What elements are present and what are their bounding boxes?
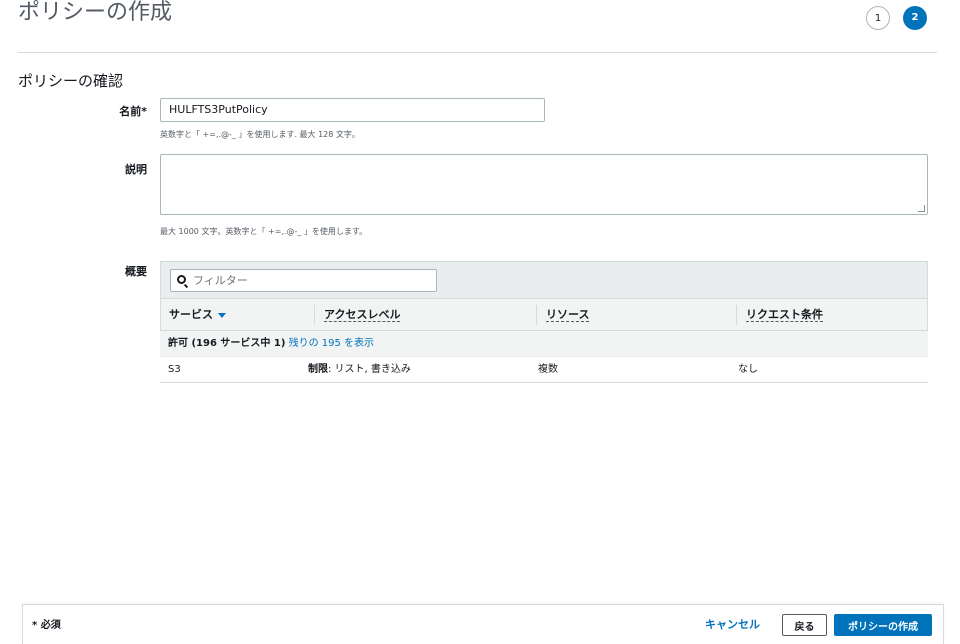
name-hint: 英数字と「 +=,.@-_ 」を使用します. 最大 128 文字。: [160, 130, 360, 139]
search-icon: [177, 275, 186, 284]
header-divider: [18, 52, 937, 53]
column-header-service[interactable]: サービス: [161, 299, 226, 330]
resize-handle-icon[interactable]: [918, 205, 925, 212]
step-2-current: 2: [903, 6, 927, 30]
filter-placeholder: フィルター: [193, 274, 248, 287]
column-label-service: サービス: [169, 308, 213, 321]
table-header: サービス アクセスレベル リソース リクエスト条件: [160, 299, 928, 331]
service-link[interactable]: S3: [160, 357, 181, 383]
sort-desc-icon: [218, 312, 226, 318]
summary-label: 概要: [125, 265, 147, 278]
column-label-resource: リソース: [546, 308, 590, 322]
access-level-bold: 制限: [308, 364, 328, 375]
page-title: ポリシーの作成: [18, 0, 173, 25]
name-input[interactable]: HULFTS3PutPolicy: [160, 98, 545, 122]
policy-summary-table: フィルター サービス アクセスレベル リソース リクエスト条件 許可 (196 …: [160, 261, 928, 383]
show-remaining-link[interactable]: 残りの 195 を表示: [289, 338, 374, 349]
table-row: S3 制限: リスト, 書き込み 複数 なし: [160, 357, 928, 383]
required-note: * 必須: [32, 620, 61, 631]
access-level-detail: : リスト, 書き込み: [328, 364, 411, 375]
section-title: ポリシーの確認: [18, 72, 124, 90]
create-policy-button[interactable]: ポリシーの作成: [834, 614, 932, 636]
column-divider: [314, 305, 315, 325]
resource-cell: 複数: [538, 364, 558, 375]
access-level-cell: 制限: リスト, 書き込み: [300, 357, 411, 383]
description-label: 説明: [125, 163, 147, 176]
cancel-button[interactable]: キャンセル: [705, 616, 760, 632]
column-header-request-condition[interactable]: リクエスト条件: [738, 299, 823, 330]
filter-bar: フィルター: [160, 261, 928, 299]
condition-cell: なし: [738, 364, 758, 375]
group-row-allow: 許可 (196 サービス中 1) 残りの 195 を表示: [160, 331, 928, 357]
column-header-access-level[interactable]: アクセスレベル: [316, 299, 401, 330]
column-divider: [536, 305, 537, 325]
column-label-access-level: アクセスレベル: [324, 308, 401, 322]
step-1[interactable]: 1: [866, 6, 890, 30]
column-divider: [736, 305, 737, 325]
back-button[interactable]: 戻る: [782, 614, 827, 636]
footer-bar: * 必須 キャンセル 戻る ポリシーの作成: [22, 604, 944, 644]
description-hint: 最大 1000 文字。英数字と「 +=,.@-_ 」を使用します。: [160, 227, 368, 236]
column-header-resource[interactable]: リソース: [538, 299, 590, 330]
description-textarea[interactable]: [160, 154, 928, 215]
filter-input[interactable]: フィルター: [170, 269, 437, 292]
name-label: 名前*: [119, 105, 147, 118]
group-label: 許可 (196 サービス中 1): [168, 338, 286, 349]
column-label-request-condition: リクエスト条件: [746, 308, 823, 322]
